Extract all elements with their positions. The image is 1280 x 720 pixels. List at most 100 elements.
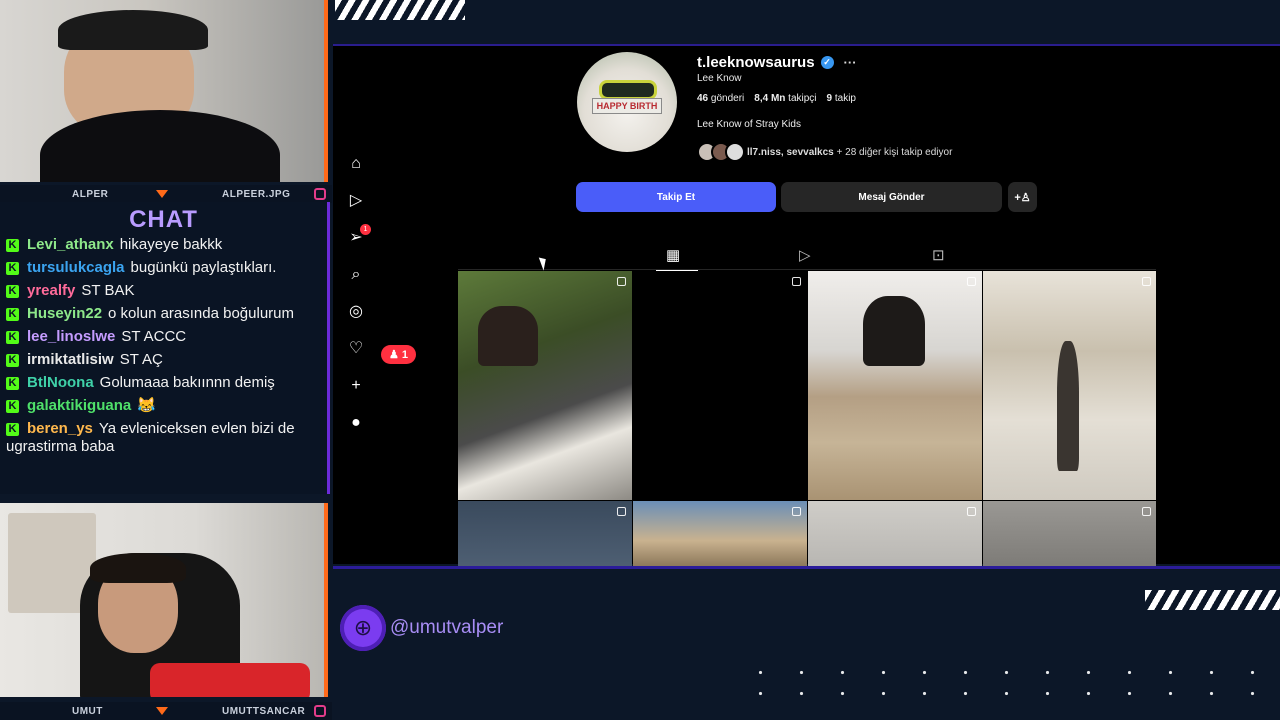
posts-stat[interactable]: 46 gönderi xyxy=(697,93,744,104)
streamer-name-bottom: UMUT xyxy=(72,705,103,717)
instagram-icon xyxy=(314,188,326,200)
messages-icon[interactable]: ➢ 1 xyxy=(347,224,371,246)
globe-icon: ⊕ xyxy=(340,605,386,651)
headphones xyxy=(58,10,208,50)
triangle-icon xyxy=(156,190,168,198)
chat-message: K Levi_athanx hikayeye bakkk xyxy=(0,234,327,257)
more-options-icon[interactable]: ··· xyxy=(844,55,857,70)
create-icon[interactable]: + xyxy=(347,378,365,394)
streamer-name-top: ALPER xyxy=(72,188,109,200)
photo-subject xyxy=(1057,341,1079,471)
heart-icon[interactable]: ♡ xyxy=(347,341,365,357)
post-thumbnail[interactable] xyxy=(458,271,632,500)
name-bar-bottom: UMUT UMUTTSANCAR xyxy=(0,702,332,720)
multi-image-icon xyxy=(792,507,801,516)
kick-badge-icon: K xyxy=(6,354,19,367)
chat-text: ST AÇ xyxy=(119,351,163,368)
post-thumbnail[interactable] xyxy=(983,271,1156,500)
message-button[interactable]: Mesaj Gönder xyxy=(781,182,1002,212)
multi-image-icon xyxy=(617,507,626,516)
notification-badge[interactable]: ♟ 1 xyxy=(381,345,417,364)
followed-by-text: ll7.niss, sevvalkcs + 28 diğer kişi taki… xyxy=(747,146,953,158)
post-thumbnail[interactable] xyxy=(633,271,807,500)
kick-badge-icon: K xyxy=(6,331,19,344)
decorative-dots xyxy=(740,662,1260,710)
tagged-icon[interactable]: ⊡ xyxy=(932,246,945,264)
chat-text: o kolun arasında boğulurum xyxy=(108,305,295,322)
chat-username[interactable]: tursulukcagla xyxy=(27,259,125,276)
accent-line xyxy=(333,566,1280,569)
chat-messages: K Levi_athanx hikayeye bakkk Ktursulukcagla… xyxy=(0,234,327,459)
streamer-hair xyxy=(90,553,186,583)
kick-badge-icon: K xyxy=(6,377,19,390)
reels-icon[interactable]: ▷ xyxy=(347,193,365,209)
followers-stat[interactable]: 8,4 Mn takipçi xyxy=(754,93,816,104)
chat-text: 😹 xyxy=(137,397,156,414)
kick-badge-icon: K xyxy=(6,285,19,298)
chair-accent xyxy=(150,663,310,697)
profile-username-row: t.leeknowsaurus ✓ ··· xyxy=(697,54,857,71)
chat-username[interactable]: beren_ys xyxy=(27,420,93,437)
chat-message: Klee_linoslwe ST ACCC xyxy=(0,326,327,349)
multi-image-icon xyxy=(792,277,801,286)
chat-username[interactable]: irmiktatlisiw xyxy=(27,351,114,368)
chat-message: Kgalaktikiguana 😹 xyxy=(0,395,327,418)
follow-button[interactable]: Takip Et xyxy=(576,182,776,212)
profile-stats: 46 gönderi 8,4 Mn takipçi 9 takip xyxy=(697,93,856,104)
following-stat[interactable]: 9 takip xyxy=(827,93,856,104)
instagram-window: ⌂ ▷ ➢ 1 ⌕ ◎ ♡ + ● ♟ 1 HAPPY BIRTH t.leekn… xyxy=(333,44,1280,566)
webcam-bottom xyxy=(0,503,328,697)
home-icon[interactable]: ⌂ xyxy=(347,156,365,172)
profile-bio: Lee Know of Stray Kids xyxy=(697,119,801,130)
mini-avatar xyxy=(725,142,745,162)
kick-badge-icon: K xyxy=(6,423,19,436)
post-thumbnail[interactable] xyxy=(808,271,982,500)
multi-image-icon xyxy=(967,277,976,286)
post-thumbnail[interactable] xyxy=(458,501,632,566)
photo-subject xyxy=(478,306,538,366)
profile-avatar[interactable]: HAPPY BIRTH xyxy=(577,52,677,152)
reels-tab-icon[interactable]: ▷ xyxy=(799,246,811,264)
post-thumbnail[interactable] xyxy=(633,501,807,566)
chat-username[interactable]: galaktikiguana xyxy=(27,397,131,414)
multi-image-icon xyxy=(967,507,976,516)
chat-panel: CHAT K Levi_athanx hikayeye bakkk Ktursuluk… xyxy=(0,202,330,494)
followed-by[interactable]: ll7.niss, sevvalkcs + 28 diğer kişi taki… xyxy=(697,142,952,162)
profile-username: t.leeknowsaurus xyxy=(697,54,815,71)
webcam-top xyxy=(0,0,328,182)
post-thumbnail[interactable] xyxy=(808,501,982,566)
streamer-handle-bottom: UMUTTSANCAR xyxy=(222,705,306,717)
chat-message: Ktursulukcagla bugünkü paylaştıkları. xyxy=(0,257,327,280)
chat-text: Golumaaa bakıınnn demiş xyxy=(99,374,275,391)
chat-username[interactable]: Huseyin22 xyxy=(27,305,102,322)
multi-image-icon xyxy=(1142,507,1151,516)
name-bar-top: ALPER ALPEER.JPG xyxy=(0,185,332,203)
stream-layout: ALPER ALPEER.JPG CHAT K Levi_athanx hikaye… xyxy=(0,0,1280,720)
triangle-icon xyxy=(156,707,168,715)
chat-username[interactable]: lee_linoslwe xyxy=(27,328,115,345)
chat-username[interactable]: Levi_athanx xyxy=(27,236,114,253)
streamer-handle-top: ALPEER.JPG xyxy=(222,188,291,200)
chat-message: Kberen_ys Ya evleniceksen evlen bizi de u… xyxy=(0,418,327,459)
notification-count: 1 xyxy=(401,349,409,361)
chat-username[interactable]: BtlNoona xyxy=(27,374,94,391)
avatar-glasses xyxy=(599,80,657,100)
chat-username[interactable]: yrealfy xyxy=(27,282,75,299)
search-icon[interactable]: ⌕ xyxy=(347,267,365,283)
kick-badge-icon: K xyxy=(6,400,19,413)
message-count-badge: 1 xyxy=(360,224,371,235)
multi-image-icon xyxy=(617,277,626,286)
decorative-stripes xyxy=(1145,590,1280,610)
chat-message: K Huseyin22 o kolun arasında boğulurum xyxy=(0,303,327,326)
post-thumbnail[interactable] xyxy=(983,501,1156,566)
followed-by-avatars xyxy=(697,142,745,162)
add-user-icon[interactable]: +♙ xyxy=(1008,182,1037,212)
chat-text: hikayeye bakkk xyxy=(119,236,223,253)
chat-text: ST ACCC xyxy=(121,328,187,345)
social-handle: ⊕ @umutvalper xyxy=(340,605,503,651)
profile-icon[interactable]: ● xyxy=(347,415,365,431)
chat-text: bugünkü paylaştıkları. xyxy=(130,259,277,276)
grid-icon[interactable]: ▦ xyxy=(655,246,699,271)
avatar-cap-text: HAPPY BIRTH xyxy=(592,98,662,114)
explore-icon[interactable]: ◎ xyxy=(347,304,365,320)
